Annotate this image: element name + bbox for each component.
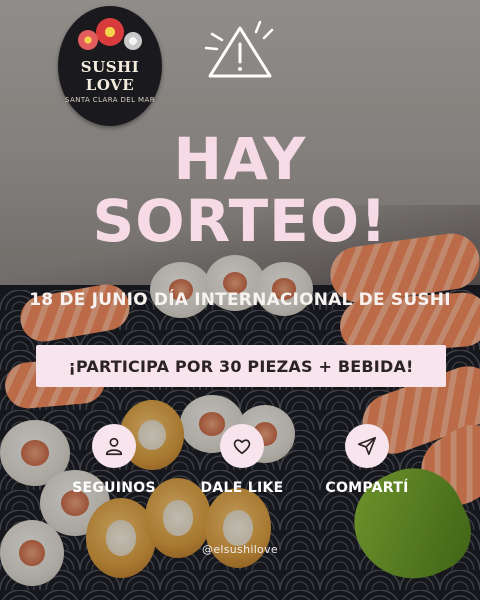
follow-label: SEGUINOS	[72, 480, 156, 496]
send-icon	[357, 436, 377, 456]
headline-line-1: HAY	[173, 125, 307, 193]
logo-flower-icon	[78, 30, 98, 50]
prize-banner: ¡PARTICIPA POR 30 PIEZAS + BEBIDA!	[36, 345, 446, 387]
headline: HAY SORTEO!	[0, 128, 480, 252]
like-label: DALE LIKE	[200, 480, 284, 496]
logo-flower-icon	[96, 18, 124, 46]
instagram-handle: @elsushilove	[202, 543, 278, 556]
share-label: COMPARTÍ	[325, 480, 409, 496]
action-like: DALE LIKE	[182, 424, 302, 496]
headline-line-2: SORTEO!	[92, 187, 388, 255]
warning-icon	[204, 20, 274, 78]
giveaway-post: SUSHI LOVE SANTA CLARA DEL MAR HAY SORTE…	[0, 0, 480, 600]
action-share: COMPARTÍ	[307, 424, 427, 496]
logo-flower-icon	[124, 32, 142, 50]
action-follow: SEGUINOS	[54, 424, 174, 496]
heart-icon	[233, 439, 251, 455]
event-subtitle: 18 DE JUNIO DÍA INTERNACIONAL DE SUSHI	[29, 290, 451, 310]
sushi-love-logo: SUSHI LOVE SANTA CLARA DEL MAR	[58, 6, 162, 126]
user-icon	[105, 437, 123, 456]
like-circle	[220, 424, 264, 468]
logo-place-text: SANTA CLARA DEL MAR	[65, 96, 155, 104]
share-circle	[345, 424, 389, 468]
follow-circle	[92, 424, 136, 468]
logo-brand-text: SUSHI LOVE	[80, 58, 140, 94]
